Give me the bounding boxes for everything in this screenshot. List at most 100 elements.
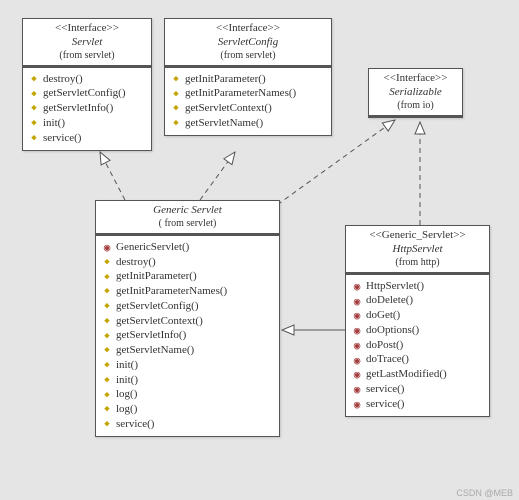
member-label: getServletContext() <box>116 315 203 329</box>
members-compartment: ◆destroy()◆getServletConfig()◆getServlet… <box>23 68 151 150</box>
method-icon: ◆ <box>102 375 112 386</box>
member-label: getServletContext() <box>185 102 272 116</box>
class-header: <<Interface>> ServletConfig (from servle… <box>165 19 331 66</box>
method-icon: ◆ <box>102 286 112 297</box>
member-row: ◆init() <box>29 116 147 131</box>
member-label: getServletConfig() <box>116 300 198 314</box>
method-icon: ◆ <box>102 316 112 327</box>
package-label: (from io) <box>375 100 456 113</box>
class-header: <<Generic_Servlet>> HttpServlet (from ht… <box>346 226 489 273</box>
method-icon: ◆ <box>29 89 39 100</box>
class-name: HttpServlet <box>352 243 483 257</box>
member-row: ◆ destroy() <box>29 72 147 87</box>
member-label: GenericServlet() <box>116 241 189 255</box>
package-label: (from servlet) <box>29 50 145 63</box>
method-icon: ◆ <box>102 272 112 283</box>
members-compartment: ◉GenericServlet()◆destroy()◆getInitParam… <box>96 236 279 436</box>
method-icon: ◆ <box>102 331 112 342</box>
class-name: Generic Servlet <box>102 204 273 218</box>
member-row: ◆ init() <box>102 358 275 373</box>
member-label: getLastModified() <box>366 368 447 382</box>
member-label: getServletName() <box>185 117 263 131</box>
method-icon: ◆ <box>171 89 181 100</box>
member-row: ◆ getInitParameter() <box>171 72 327 87</box>
member-label: getServletInfo() <box>116 329 186 343</box>
stereotype-label: <<Generic_Servlet>> <box>352 229 483 243</box>
package-label: (from servlet) <box>171 50 325 63</box>
member-row: ◆log() <box>102 388 275 403</box>
method-icon: ◆ <box>29 133 39 144</box>
constructor-icon: ◉ <box>352 310 362 321</box>
method-icon: ◆ <box>171 74 181 85</box>
member-row: ◆ getInitParameter() <box>102 270 275 285</box>
constructor-icon: ◉ <box>352 340 362 351</box>
method-icon: ◆ <box>29 103 39 114</box>
member-row: ◆ getServletInfo() <box>29 102 147 117</box>
stereotype-label: <<Interface>> <box>375 72 456 86</box>
members-compartment: ◆ getInitParameter() ◆ getInitParameterName… <box>165 68 331 135</box>
constructor-icon: ◉ <box>352 399 362 410</box>
constructor-icon: ◉ <box>352 296 362 307</box>
member-label: getInitParameterNames() <box>116 285 227 299</box>
member-label: service() <box>366 383 404 397</box>
member-row: ◆ getServletInfo() <box>102 329 275 344</box>
stereotype-label: <<Interface>> <box>29 22 145 36</box>
member-row: ◆service() <box>102 417 275 432</box>
class-name: Serializable <box>375 86 456 100</box>
member-label: getInitParameterNames() <box>185 87 296 101</box>
member-row: ◆destroy() <box>102 255 275 270</box>
member-row: ◉ doDelete() <box>352 294 485 309</box>
constructor-icon: ◉ <box>352 325 362 336</box>
class-header: <<Interface>> Servlet (from servlet) <box>23 19 151 66</box>
member-row: ◆ getServletName() <box>171 116 327 131</box>
member-row: ◆ getInitParameterNames() <box>171 87 327 102</box>
method-icon: ◆ <box>29 74 39 85</box>
member-label: doDelete() <box>366 294 413 308</box>
class-header: <<Interface>> Serializable (from io) <box>369 69 462 115</box>
member-row: ◉ service() <box>352 397 485 412</box>
member-row: ◉HttpServlet() <box>352 279 485 294</box>
member-row: ◆service() <box>29 131 147 146</box>
member-label: service() <box>366 398 404 412</box>
class-servletconfig: <<Interface>> ServletConfig (from servle… <box>164 18 332 136</box>
members-compartment: ◉HttpServlet()◉doDelete()◉doGet()◉doOpti… <box>346 275 489 416</box>
class-name: Servlet <box>29 36 145 50</box>
member-row: ◉ doGet() <box>352 309 485 324</box>
member-label: doTrace() <box>366 353 409 367</box>
member-label: getServletInfo() <box>43 102 113 116</box>
class-genericservlet: Generic Servlet ( from servlet) ◉Generic… <box>95 200 280 437</box>
constructor-icon: ◉ <box>352 369 362 380</box>
member-label: getInitParameter() <box>185 73 266 87</box>
member-row: ◆ getServletContext() <box>171 102 327 117</box>
class-name: ServletConfig <box>171 36 325 50</box>
package-label: ( from servlet) <box>102 218 273 231</box>
method-icon: ◆ <box>171 103 181 114</box>
method-icon: ◆ <box>102 390 112 401</box>
member-row: ◉service() <box>352 382 485 397</box>
member-row: ◆getServletConfig() <box>29 87 147 102</box>
member-label: getServletName() <box>116 344 194 358</box>
member-label: doPost() <box>366 339 403 353</box>
member-row: ◆ getServletConfig() <box>102 299 275 314</box>
member-label: service() <box>116 418 154 432</box>
method-icon: ◆ <box>102 404 112 415</box>
member-label: init() <box>43 117 65 131</box>
uml-canvas: <<Interface>> Servlet (from servlet) ◆ de… <box>0 0 519 500</box>
member-label: log() <box>116 403 137 417</box>
member-label: doGet() <box>366 309 400 323</box>
method-icon: ◆ <box>102 301 112 312</box>
member-label: init() <box>116 359 138 373</box>
member-label: destroy() <box>43 73 83 87</box>
member-row: ◆ getServletName() <box>102 344 275 359</box>
class-serializable: <<Interface>> Serializable (from io) <box>368 68 463 118</box>
method-icon: ◆ <box>171 118 181 129</box>
method-icon: ◆ <box>102 360 112 371</box>
member-label: getInitParameter() <box>116 270 197 284</box>
member-row: ◆ log() <box>102 403 275 418</box>
method-icon: ◆ <box>102 257 112 268</box>
method-icon: ◆ <box>102 345 112 356</box>
class-httpservlet: <<Generic_Servlet>> HttpServlet (from ht… <box>345 225 490 417</box>
member-label: HttpServlet() <box>366 280 424 294</box>
class-header: Generic Servlet ( from servlet) <box>96 201 279 234</box>
watermark-text: CSDN @MEB <box>456 488 513 498</box>
